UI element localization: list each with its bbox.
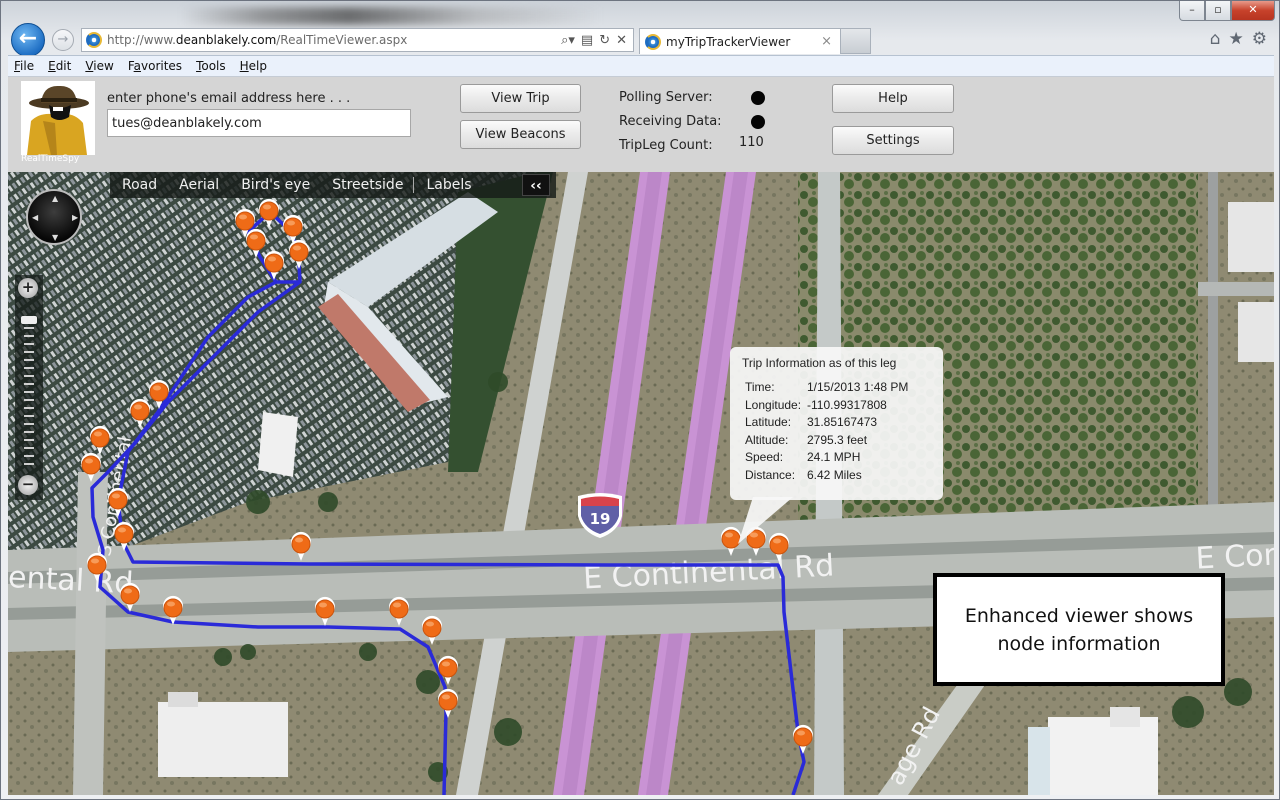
- polling-server-label: Polling Server:: [619, 90, 713, 105]
- menu-favorites[interactable]: Favorites: [128, 59, 182, 73]
- annotation-line-2: node information: [997, 632, 1161, 655]
- address-domain: deanblakely.com: [175, 33, 277, 47]
- close-window-button[interactable]: ✕: [1231, 1, 1275, 21]
- menu-file[interactable]: File: [14, 59, 34, 73]
- view-trip-button[interactable]: View Trip: [460, 84, 581, 113]
- view-beacons-button[interactable]: View Beacons: [460, 120, 581, 149]
- road-label-continental-west: ental Rd: [8, 560, 134, 602]
- tripleg-count-value: 110: [739, 135, 764, 150]
- forward-arrow-icon: →: [57, 32, 69, 47]
- polling-server-indicator: [751, 91, 765, 105]
- ie-tab-icon: e: [645, 33, 661, 50]
- info-row-altitude: Altitude: 2795.3 feet: [745, 432, 868, 447]
- menu-edit[interactable]: Edit: [48, 59, 71, 73]
- stop-icon[interactable]: ✕: [616, 33, 627, 48]
- refresh-icon[interactable]: ↻: [599, 33, 610, 48]
- email-input[interactable]: [107, 109, 411, 137]
- search-dropdown-icon[interactable]: ⌕▾: [561, 33, 575, 48]
- forward-button[interactable]: →: [52, 29, 74, 51]
- menu-tools[interactable]: Tools: [196, 59, 226, 73]
- browser-toolbar: ⌂ ★ ⚙: [1210, 29, 1267, 49]
- map-nav-road[interactable]: Road: [122, 177, 157, 193]
- email-label: enter phone's email address here . . .: [107, 91, 351, 106]
- collapse-nav-button[interactable]: ‹‹: [522, 174, 550, 196]
- pan-up-icon[interactable]: ▲: [52, 194, 58, 203]
- annotation-line-1: Enhanced viewer shows: [964, 604, 1194, 627]
- tab-close-icon[interactable]: ×: [821, 34, 832, 49]
- zoom-slider-thumb[interactable]: [21, 316, 37, 324]
- favorites-star-icon[interactable]: ★: [1229, 29, 1244, 49]
- ie-site-icon: e: [86, 32, 102, 48]
- info-row-speed: Speed: 24.1 MPH: [745, 450, 861, 465]
- back-arrow-icon: ←: [18, 26, 38, 51]
- info-row-time: Time: 1/15/2013 1:48 PM: [745, 380, 909, 394]
- road-label-e-con-right: E Con: [1195, 537, 1274, 576]
- aerial-map[interactable]: E Continental Rd ental Rd S Continental …: [8, 172, 1274, 795]
- back-button[interactable]: ←: [11, 23, 45, 57]
- home-icon[interactable]: ⌂: [1210, 29, 1221, 49]
- map-nav-streetside[interactable]: Streetside: [332, 177, 403, 193]
- browser-window: – ▫ ✕ ← → e http://www.deanblakely.com/R…: [0, 0, 1280, 800]
- info-popup-title: Trip Information as of this leg: [742, 356, 897, 370]
- receiving-data-label: Receiving Data:: [619, 114, 722, 129]
- tripleg-count-label: TripLeg Count:: [619, 138, 713, 153]
- title-bar-blurred: [181, 7, 601, 25]
- map-nav-labels[interactable]: Labels: [426, 177, 471, 193]
- map-nav-birds-eye[interactable]: Bird's eye: [241, 177, 310, 193]
- receiving-data-indicator: [751, 115, 765, 129]
- nav-separator: [413, 177, 415, 193]
- address-prefix: http://www.: [107, 33, 176, 47]
- menu-view[interactable]: View: [85, 59, 113, 73]
- menu-help[interactable]: Help: [240, 59, 267, 73]
- realtime-viewer-app: RealTimeSpy enter phone's email address …: [8, 77, 1274, 795]
- zoom-out-button[interactable]: −: [18, 475, 38, 495]
- help-button[interactable]: Help: [832, 84, 954, 113]
- zoom-ticks: [24, 319, 34, 469]
- info-row-latitude: Latitude: 31.85167473: [745, 415, 878, 430]
- map-style-nav: Road Aerial Bird's eye Streetside Labels…: [110, 172, 556, 198]
- address-bar[interactable]: e http://www.deanblakely.com/RealTimeVie…: [81, 28, 634, 52]
- spy-logo: [21, 81, 95, 155]
- new-tab-button[interactable]: [841, 28, 871, 54]
- info-row-distance: Distance: 6.42 Miles: [745, 467, 862, 482]
- map-canvas[interactable]: E Continental Rd ental Rd S Continental …: [8, 172, 1274, 795]
- pan-down-icon[interactable]: ▼: [52, 233, 58, 242]
- pan-right-icon[interactable]: ▶: [72, 213, 78, 222]
- trip-info-popup: Trip Information as of this leg Time: 1/1…: [730, 347, 943, 500]
- address-tools: ⌕▾ ▤ ↻ ✕: [561, 33, 633, 48]
- settings-button[interactable]: Settings: [832, 126, 954, 155]
- pan-left-icon[interactable]: ◀: [32, 213, 38, 222]
- tab-mytriptrackerviewer[interactable]: e myTripTrackerViewer ×: [639, 28, 841, 54]
- compatibility-view-icon[interactable]: ▤: [581, 33, 593, 48]
- map-nav-aerial[interactable]: Aerial: [179, 177, 219, 193]
- annotation-callout: Enhanced viewer shows node information: [933, 573, 1225, 686]
- menu-bar: File Edit View Favorites Tools Help: [8, 55, 1274, 77]
- zoom-in-button[interactable]: +: [18, 278, 38, 298]
- settings-gear-icon[interactable]: ⚙: [1252, 29, 1267, 49]
- pan-compass[interactable]: ▲ ▼ ◀ ▶: [26, 189, 82, 245]
- tab-title: myTripTrackerViewer: [666, 34, 791, 49]
- maximize-button[interactable]: ▫: [1205, 1, 1231, 21]
- address-path: /RealTimeViewer.aspx: [276, 33, 408, 47]
- zoom-slider[interactable]: + −: [15, 275, 43, 500]
- window-controls: – ▫ ✕: [1179, 1, 1275, 21]
- info-row-longitude: Longitude: -110.99317808: [745, 397, 887, 412]
- minimize-button[interactable]: –: [1179, 1, 1205, 21]
- svg-text:19: 19: [590, 510, 611, 528]
- logo-caption: RealTimeSpy: [21, 154, 80, 164]
